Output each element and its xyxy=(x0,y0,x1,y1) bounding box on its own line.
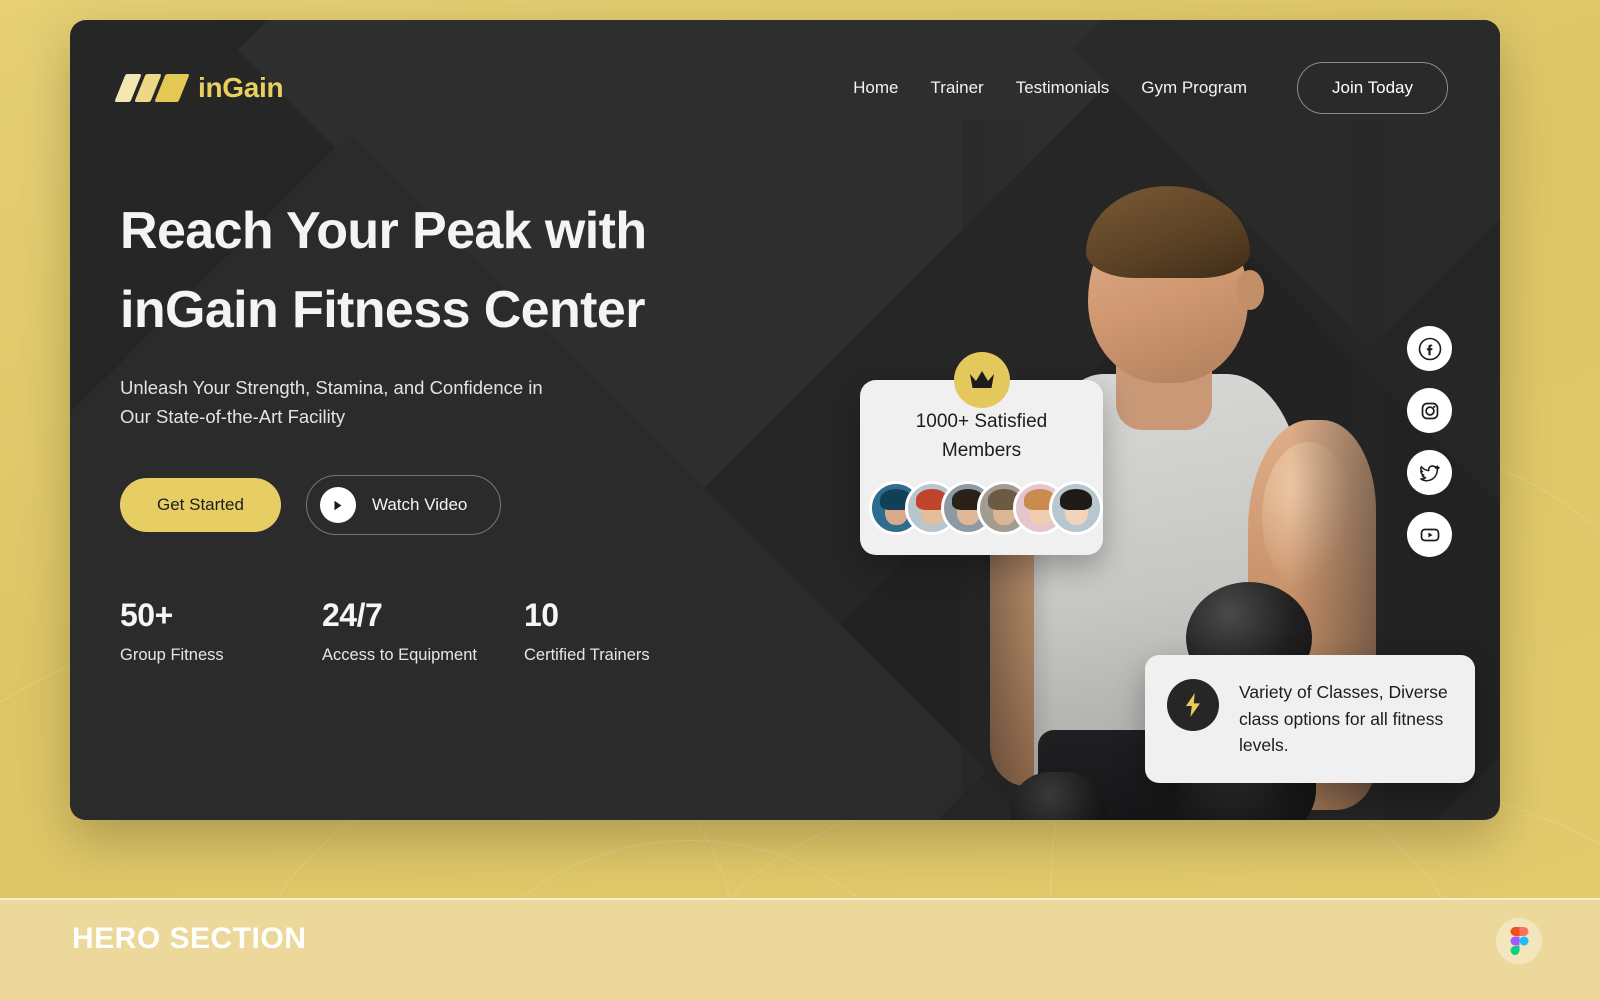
hero-subtitle: Unleash Your Strength, Stamina, and Conf… xyxy=(120,374,820,431)
hero-cta-row: Get Started Watch Video xyxy=(120,475,820,536)
play-icon xyxy=(319,487,356,524)
members-title-line-2: Members xyxy=(941,439,1022,461)
stat-value: 10 xyxy=(524,597,559,634)
stat-value: 24/7 xyxy=(322,597,383,634)
member-avatar-stack xyxy=(868,481,1103,535)
subtitle-line-1: Unleash Your Strength, Stamina, and Conf… xyxy=(120,377,543,399)
get-started-button[interactable]: Get Started xyxy=(120,478,281,533)
members-title: 1000+ Satisfied Members xyxy=(878,408,1085,465)
stat-group-fitness: 50+ Group Fitness xyxy=(120,597,322,665)
social-links-rail xyxy=(1407,326,1452,557)
nav-item-gym-program[interactable]: Gym Program xyxy=(1141,78,1247,98)
stat-caption: Certified Trainers xyxy=(524,646,650,665)
site-header: inGain Home Trainer Testimonials Gym Pro… xyxy=(70,20,1500,156)
page-title: Reach Your Peak with inGain Fitness Cent… xyxy=(120,192,820,350)
stat-certified-trainers: 10 Certified Trainers xyxy=(524,597,726,665)
crown-icon xyxy=(953,352,1010,408)
stat-caption: Group Fitness xyxy=(120,646,224,665)
hero-section-card: inGain Home Trainer Testimonials Gym Pro… xyxy=(70,20,1500,820)
nav-item-testimonials[interactable]: Testimonials xyxy=(1016,78,1110,98)
members-title-line-1: 1000+ Satisfied xyxy=(915,411,1048,432)
avatar-hair xyxy=(1060,488,1092,510)
brand-name: inGain xyxy=(198,72,284,103)
stat-equipment-access: 24/7 Access to Equipment xyxy=(322,597,524,665)
ingain-bars-icon xyxy=(114,74,190,102)
instagram-icon[interactable] xyxy=(1407,388,1452,433)
satisfied-members-card: 1000+ Satisfied Members xyxy=(860,352,1103,555)
stat-caption: Access to Equipment xyxy=(322,646,477,665)
youtube-icon[interactable] xyxy=(1407,512,1452,557)
classes-card-text: Variety of Classes, Diverse class option… xyxy=(1239,682,1448,756)
watch-video-label: Watch Video xyxy=(371,495,468,515)
nav-item-trainer[interactable]: Trainer xyxy=(930,78,983,98)
member-avatar-6 xyxy=(1048,481,1103,535)
hero-stats: 50+ Group Fitness 24/7 Access to Equipme… xyxy=(120,597,820,665)
headline-line-1: Reach Your Peak with xyxy=(120,202,647,260)
twitter-icon[interactable] xyxy=(1407,450,1452,495)
watch-video-button[interactable]: Watch Video xyxy=(305,475,502,536)
page-canvas: inGain Home Trainer Testimonials Gym Pro… xyxy=(0,0,1600,1000)
headline-line-2: inGain Fitness Center xyxy=(120,281,645,340)
lightning-bolt-icon xyxy=(1167,679,1219,731)
primary-navigation: Home Trainer Testimonials Gym Program Jo… xyxy=(853,62,1448,114)
stat-value: 50+ xyxy=(120,597,173,634)
brand-logo[interactable]: inGain xyxy=(114,72,284,104)
join-today-button[interactable]: Join Today xyxy=(1297,62,1448,114)
variety-of-classes-card: Variety of Classes, Diverse class option… xyxy=(1145,655,1475,783)
figma-icon[interactable] xyxy=(1496,918,1542,964)
subtitle-line-2: Our State-of-the-Art Facility xyxy=(120,405,346,427)
hero-copy-block: Reach Your Peak with inGain Fitness Cent… xyxy=(120,192,820,665)
nav-item-home[interactable]: Home xyxy=(853,78,898,98)
facebook-icon[interactable] xyxy=(1407,326,1452,371)
section-label: HERO SECTION xyxy=(72,922,307,955)
